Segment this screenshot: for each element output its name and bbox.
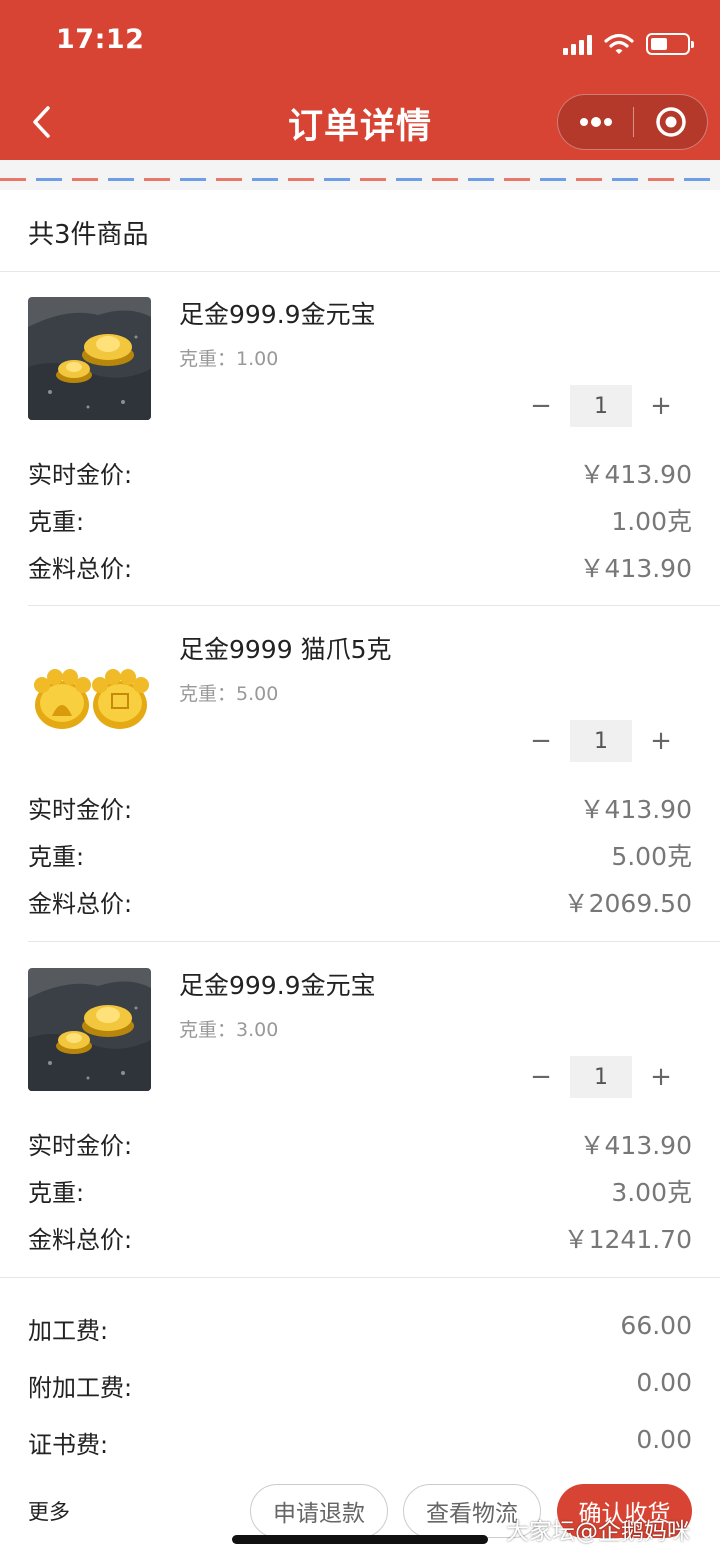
quantity-value[interactable]: 1 xyxy=(570,720,632,762)
quantity-stepper: − 1 + xyxy=(520,1056,688,1098)
weight-label: 克重: xyxy=(28,508,85,536)
section-divider xyxy=(0,1277,720,1278)
status-icons xyxy=(563,30,694,58)
close-miniprogram-button[interactable] xyxy=(634,95,707,149)
weight-value: 3.00克 xyxy=(611,1178,692,1207)
weight-row: 克重: 1.00克 xyxy=(28,498,692,538)
product-name[interactable]: 足金9999 猫爪5克 xyxy=(179,630,391,666)
order-item: 足金999.9金元宝 克重：1.00 − 1 + 实时金价: ￥413.90 克… xyxy=(0,271,720,606)
product-weight: 克重：1.00 xyxy=(179,348,279,370)
more-options-button[interactable] xyxy=(558,95,633,149)
gold-total-row: 金料总价: ￥1241.70 xyxy=(28,1216,692,1256)
product-weight: 克重：3.00 xyxy=(179,1019,279,1041)
quantity-value[interactable]: 1 xyxy=(570,385,632,427)
quantity-value[interactable]: 1 xyxy=(570,1056,632,1098)
weight-value: 5.00克 xyxy=(611,842,692,871)
gold-price-label: 实时金价: xyxy=(28,1132,133,1160)
weight-value: 1.00克 xyxy=(611,507,692,536)
more-link[interactable]: 更多 xyxy=(28,1496,70,1526)
more-dots-icon xyxy=(579,117,612,127)
mini-program-capsule xyxy=(557,94,708,150)
gold-price-value: ￥413.90 xyxy=(579,1131,692,1160)
gold-ingot-image xyxy=(28,968,151,1091)
weight-label: 克重: xyxy=(28,1179,85,1207)
gold-price-row: 实时金价: ￥413.90 xyxy=(28,1122,692,1162)
address-divider xyxy=(0,160,720,190)
gold-ingot-image xyxy=(28,297,151,420)
gold-total-label: 金料总价: xyxy=(28,890,133,918)
gold-price-label: 实时金价: xyxy=(28,796,133,824)
product-image[interactable] xyxy=(28,632,151,755)
increase-button[interactable]: + xyxy=(640,385,682,427)
wifi-icon xyxy=(604,33,634,54)
product-name[interactable]: 足金999.9金元宝 xyxy=(179,295,376,331)
gold-total-value: ￥1241.70 xyxy=(563,1225,692,1254)
gold-price-value: ￥413.90 xyxy=(579,460,692,489)
certificate-fee-label: 证书费: xyxy=(28,1431,109,1459)
status-time: 17:12 xyxy=(56,24,145,55)
item-count: 共3件商品 xyxy=(28,220,149,250)
target-icon xyxy=(655,107,686,137)
weight-row: 克重: 3.00克 xyxy=(28,1169,692,1209)
product-image[interactable] xyxy=(28,968,151,1091)
processing-fee-label: 加工费: xyxy=(28,1317,109,1345)
gold-total-row: 金料总价: ￥413.90 xyxy=(28,545,692,585)
gold-price-row: 实时金价: ￥413.90 xyxy=(28,786,692,826)
refund-button[interactable]: 申请退款 xyxy=(250,1484,388,1538)
certificate-fee-row: 证书费: 0.00 xyxy=(28,1421,692,1461)
decrease-button[interactable]: − xyxy=(520,720,562,762)
gold-total-label: 金料总价: xyxy=(28,555,133,583)
top-bar: 17:12 订单详情 xyxy=(0,0,720,160)
order-item: 足金9999 猫爪5克 克重：5.00 − 1 + 实时金价: ￥413.90 … xyxy=(0,606,720,942)
extra-fee-label: 附加工费: xyxy=(28,1374,133,1402)
increase-button[interactable]: + xyxy=(640,720,682,762)
gold-total-value: ￥413.90 xyxy=(579,554,692,583)
decrease-button[interactable]: − xyxy=(520,1056,562,1098)
weight-row: 克重: 5.00克 xyxy=(28,833,692,873)
order-item: 足金999.9金元宝 克重：3.00 − 1 + 实时金价: ￥413.90 克… xyxy=(0,942,720,1278)
item-count-row: 共3件商品 xyxy=(0,190,720,272)
processing-fee-row: 加工费: 66.00 xyxy=(28,1307,692,1347)
decrease-button[interactable]: − xyxy=(520,385,562,427)
product-image[interactable] xyxy=(28,297,151,420)
increase-button[interactable]: + xyxy=(640,1056,682,1098)
quantity-stepper: − 1 + xyxy=(520,720,688,762)
battery-icon xyxy=(646,33,694,55)
envelope-stripe xyxy=(0,178,720,181)
signal-icon xyxy=(563,33,592,55)
product-weight: 克重：5.00 xyxy=(179,683,279,705)
quantity-stepper: − 1 + xyxy=(520,385,688,427)
product-name[interactable]: 足金999.9金元宝 xyxy=(179,966,376,1002)
weight-label: 克重: xyxy=(28,843,85,871)
watermark: 大家坛@企鹅妈咪 xyxy=(506,1519,690,1545)
gold-total-row: 金料总价: ￥2069.50 xyxy=(28,880,692,920)
extra-fee-row: 附加工费: 0.00 xyxy=(28,1364,692,1404)
certificate-fee-value: 0.00 xyxy=(636,1425,692,1454)
gold-price-value: ￥413.90 xyxy=(579,795,692,824)
gold-price-row: 实时金价: ￥413.90 xyxy=(28,451,692,491)
home-indicator xyxy=(232,1535,488,1544)
gold-total-label: 金料总价: xyxy=(28,1226,133,1254)
order-detail-screen: 17:12 订单详情 共3件商品 足金999.9金元宝 克重：1.00 − 1 … xyxy=(0,0,720,1558)
extra-fee-value: 0.00 xyxy=(636,1368,692,1397)
gold-total-value: ￥2069.50 xyxy=(563,889,692,918)
gold-paw-image xyxy=(28,632,151,755)
processing-fee-value: 66.00 xyxy=(620,1311,692,1340)
gold-price-label: 实时金价: xyxy=(28,461,133,489)
